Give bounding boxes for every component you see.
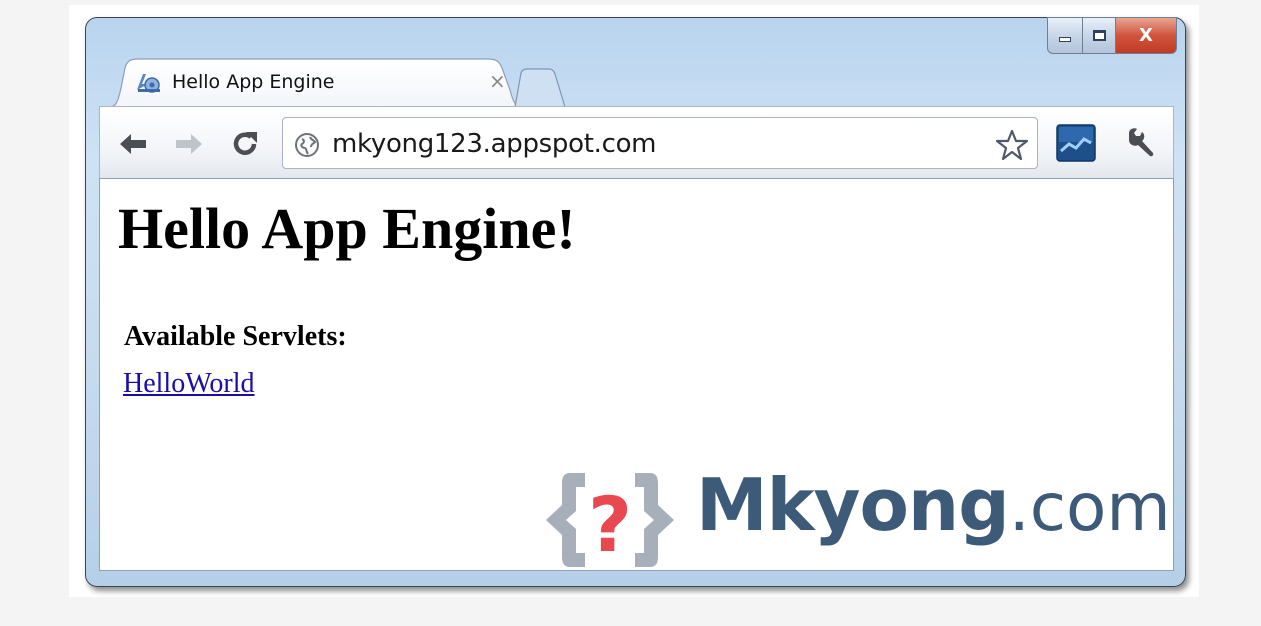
minimize-button[interactable] — [1047, 17, 1083, 54]
back-arrow-icon — [120, 134, 146, 154]
mkyong-logo-icon: ? — [546, 473, 674, 569]
section-title: Available Servlets: — [124, 321, 347, 352]
caption-buttons: X — [1047, 17, 1177, 57]
watermark-text: Mkyong.com — [696, 463, 1171, 547]
watermark-brand: Mkyong — [696, 463, 1010, 547]
tab-close-icon[interactable]: × — [489, 69, 506, 93]
reload-icon — [233, 132, 257, 155]
page-heading: Hello App Engine! — [118, 196, 576, 261]
tab-hello-app-engine[interactable]: Hello App Engine × — [106, 58, 524, 108]
chart-extension-icon[interactable] — [1056, 124, 1096, 166]
close-icon: X — [1139, 25, 1153, 46]
star-icon[interactable] — [995, 129, 1029, 165]
logo-question-glyph: ? — [588, 480, 632, 569]
tab-title: Hello App Engine — [172, 71, 335, 93]
forward-button[interactable] — [172, 127, 206, 161]
url-text: mkyong123.appspot.com — [332, 129, 657, 159]
address-bar[interactable]: mkyong123.appspot.com — [282, 117, 1038, 169]
minimize-icon — [1059, 37, 1071, 42]
servlet-link-helloworld[interactable]: HelloWorld — [123, 368, 255, 400]
forward-arrow-icon — [176, 134, 202, 154]
mkyong-watermark: ? Mkyong.com — [540, 463, 1180, 575]
new-tab-button[interactable] — [511, 68, 567, 108]
maximize-button[interactable] — [1083, 17, 1116, 54]
browser-toolbar: mkyong123.appspot.com — [99, 106, 1174, 178]
close-window-button[interactable]: X — [1116, 17, 1177, 54]
back-button[interactable] — [116, 127, 150, 161]
globe-icon — [293, 131, 321, 163]
reload-button[interactable] — [228, 127, 262, 161]
maximize-icon — [1092, 30, 1106, 41]
wrench-icon[interactable] — [1123, 126, 1157, 164]
watermark-tld: .com — [1008, 469, 1171, 546]
